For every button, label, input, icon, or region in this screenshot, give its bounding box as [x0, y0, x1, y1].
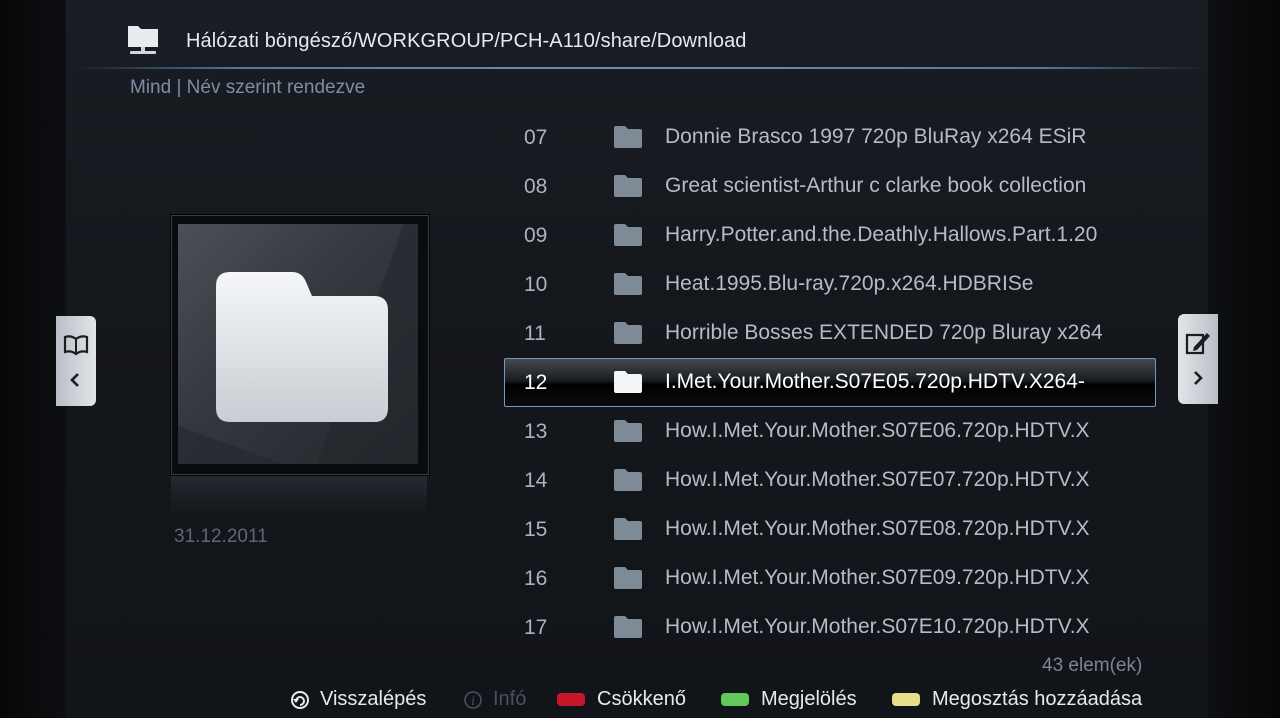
file-name: How.I.Met.Your.Mother.S07E07.720p.HDTV.X: [665, 468, 1090, 491]
file-row[interactable]: 09 Harry.Potter.and.the.Deathly.Hallows.P…: [504, 210, 1160, 259]
right-bezel: [1208, 0, 1280, 718]
yellow-key-icon: [892, 693, 920, 706]
network-folder-icon: [128, 26, 158, 54]
file-row[interactable]: 11 Horrible Bosses EXTENDED 720p Bluray x…: [504, 308, 1160, 357]
file-row[interactable]: 08 Great scientist-Arthur c clarke book c…: [504, 161, 1160, 210]
prev-panel-tab[interactable]: [56, 316, 96, 406]
info-label: Infó: [493, 688, 527, 710]
file-name: I.Met.Your.Mother.S07E05.720p.HDTV.X264-: [665, 370, 1085, 393]
file-row[interactable]: 15 How.I.Met.Your.Mother.S07E08.720p.HDTV…: [504, 504, 1160, 553]
footer-bar: Visszalépés i Infó Csökkenő Megjelölés M…: [0, 686, 1280, 714]
back-label: Visszalépés: [320, 688, 427, 710]
file-index: 09: [524, 224, 548, 247]
sort-filter-label[interactable]: Mind | Név szerint rendezve: [130, 77, 365, 99]
folder-icon: [614, 224, 642, 246]
file-name: Harry.Potter.and.the.Deathly.Hallows.Par…: [665, 223, 1098, 246]
file-name: Heat.1995.Blu-ray.720p.x264.HDBRISe: [665, 272, 1034, 295]
file-index: 15: [524, 518, 548, 541]
green-key-mark[interactable]: Megjelölés: [721, 688, 857, 711]
folder-icon: [614, 567, 642, 589]
red-key-sort-desc[interactable]: Csökkenő: [557, 688, 686, 711]
file-row[interactable]: 07 Donnie Brasco 1997 720p BluRay x264 ES…: [504, 112, 1160, 161]
yellow-key-add-share[interactable]: Megosztás hozzáadása: [892, 688, 1142, 711]
folder-icon: [614, 518, 642, 540]
folder-icon: [614, 273, 642, 295]
file-index: 16: [524, 567, 548, 590]
folder-icon: [614, 616, 642, 638]
folder-icon: [614, 322, 642, 344]
next-panel-tab[interactable]: [1178, 314, 1218, 404]
green-key-icon: [721, 693, 749, 706]
file-row[interactable]: 12 I.Met.Your.Mother.S07E05.720p.HDTV.X26…: [504, 357, 1160, 407]
folder-icon: [614, 126, 642, 148]
file-row[interactable]: 16 How.I.Met.Your.Mother.S07E09.720p.HDTV…: [504, 553, 1160, 602]
header: Hálózati böngésző/WORKGROUP/PCH-A110/sha…: [66, 0, 1208, 69]
info-button[interactable]: i Infó: [463, 688, 526, 711]
page-title: Hálózati böngésző/WORKGROUP/PCH-A110/sha…: [186, 30, 747, 52]
sort-desc-label: Csökkenő: [597, 688, 686, 710]
file-name: How.I.Met.Your.Mother.S07E09.720p.HDTV.X: [665, 566, 1090, 589]
mark-label: Megjelölés: [761, 688, 857, 710]
edit-icon: [1185, 333, 1210, 355]
file-row[interactable]: 10 Heat.1995.Blu-ray.720p.x264.HDBRISe: [504, 259, 1160, 308]
item-count: 43 elem(ek): [1042, 655, 1143, 676]
preview-thumbnail: [171, 215, 429, 475]
svg-text:i: i: [471, 694, 475, 708]
preview-reflection: [171, 476, 427, 516]
book-icon: [63, 335, 89, 356]
red-key-icon: [557, 693, 585, 706]
folder-icon: [614, 420, 642, 442]
chevron-left-icon: [70, 373, 79, 387]
file-index: 11: [524, 322, 546, 345]
file-name: Donnie Brasco 1997 720p BluRay x264 ESiR: [665, 125, 1087, 148]
add-share-label: Megosztás hozzáadása: [932, 688, 1143, 710]
file-index: 07: [524, 126, 548, 149]
folder-icon: [614, 175, 642, 197]
file-date: 31.12.2011: [174, 526, 268, 547]
file-name: How.I.Met.Your.Mother.S07E10.720p.HDTV.X: [665, 615, 1090, 638]
folder-icon: [614, 371, 642, 393]
file-index: 17: [524, 616, 548, 639]
chevron-right-icon: [1194, 371, 1203, 385]
file-name: How.I.Met.Your.Mother.S07E06.720p.HDTV.X: [665, 419, 1090, 442]
file-name: Great scientist-Arthur c clarke book col…: [665, 174, 1087, 197]
file-name: How.I.Met.Your.Mother.S07E08.720p.HDTV.X: [665, 517, 1090, 540]
file-index: 12: [524, 371, 548, 394]
info-icon: i: [464, 690, 482, 709]
file-index: 08: [524, 175, 548, 198]
file-index: 10: [524, 273, 548, 296]
folder-icon: [614, 469, 642, 491]
file-index: 14: [524, 469, 548, 492]
file-name: Horrible Bosses EXTENDED 720p Bluray x26…: [665, 321, 1103, 344]
back-icon: [291, 690, 309, 709]
file-row[interactable]: 13 How.I.Met.Your.Mother.S07E06.720p.HDTV…: [504, 406, 1160, 455]
header-divider: [76, 67, 1206, 69]
file-index: 13: [524, 420, 548, 443]
file-row[interactable]: 14 How.I.Met.Your.Mother.S07E07.720p.HDTV…: [504, 455, 1160, 504]
back-button[interactable]: Visszalépés: [290, 688, 426, 711]
file-row[interactable]: 17 How.I.Met.Your.Mother.S07E10.720p.HDTV…: [504, 602, 1160, 651]
file-list: 07 Donnie Brasco 1997 720p BluRay x264 ES…: [504, 112, 1160, 651]
folder-icon: [216, 272, 388, 422]
